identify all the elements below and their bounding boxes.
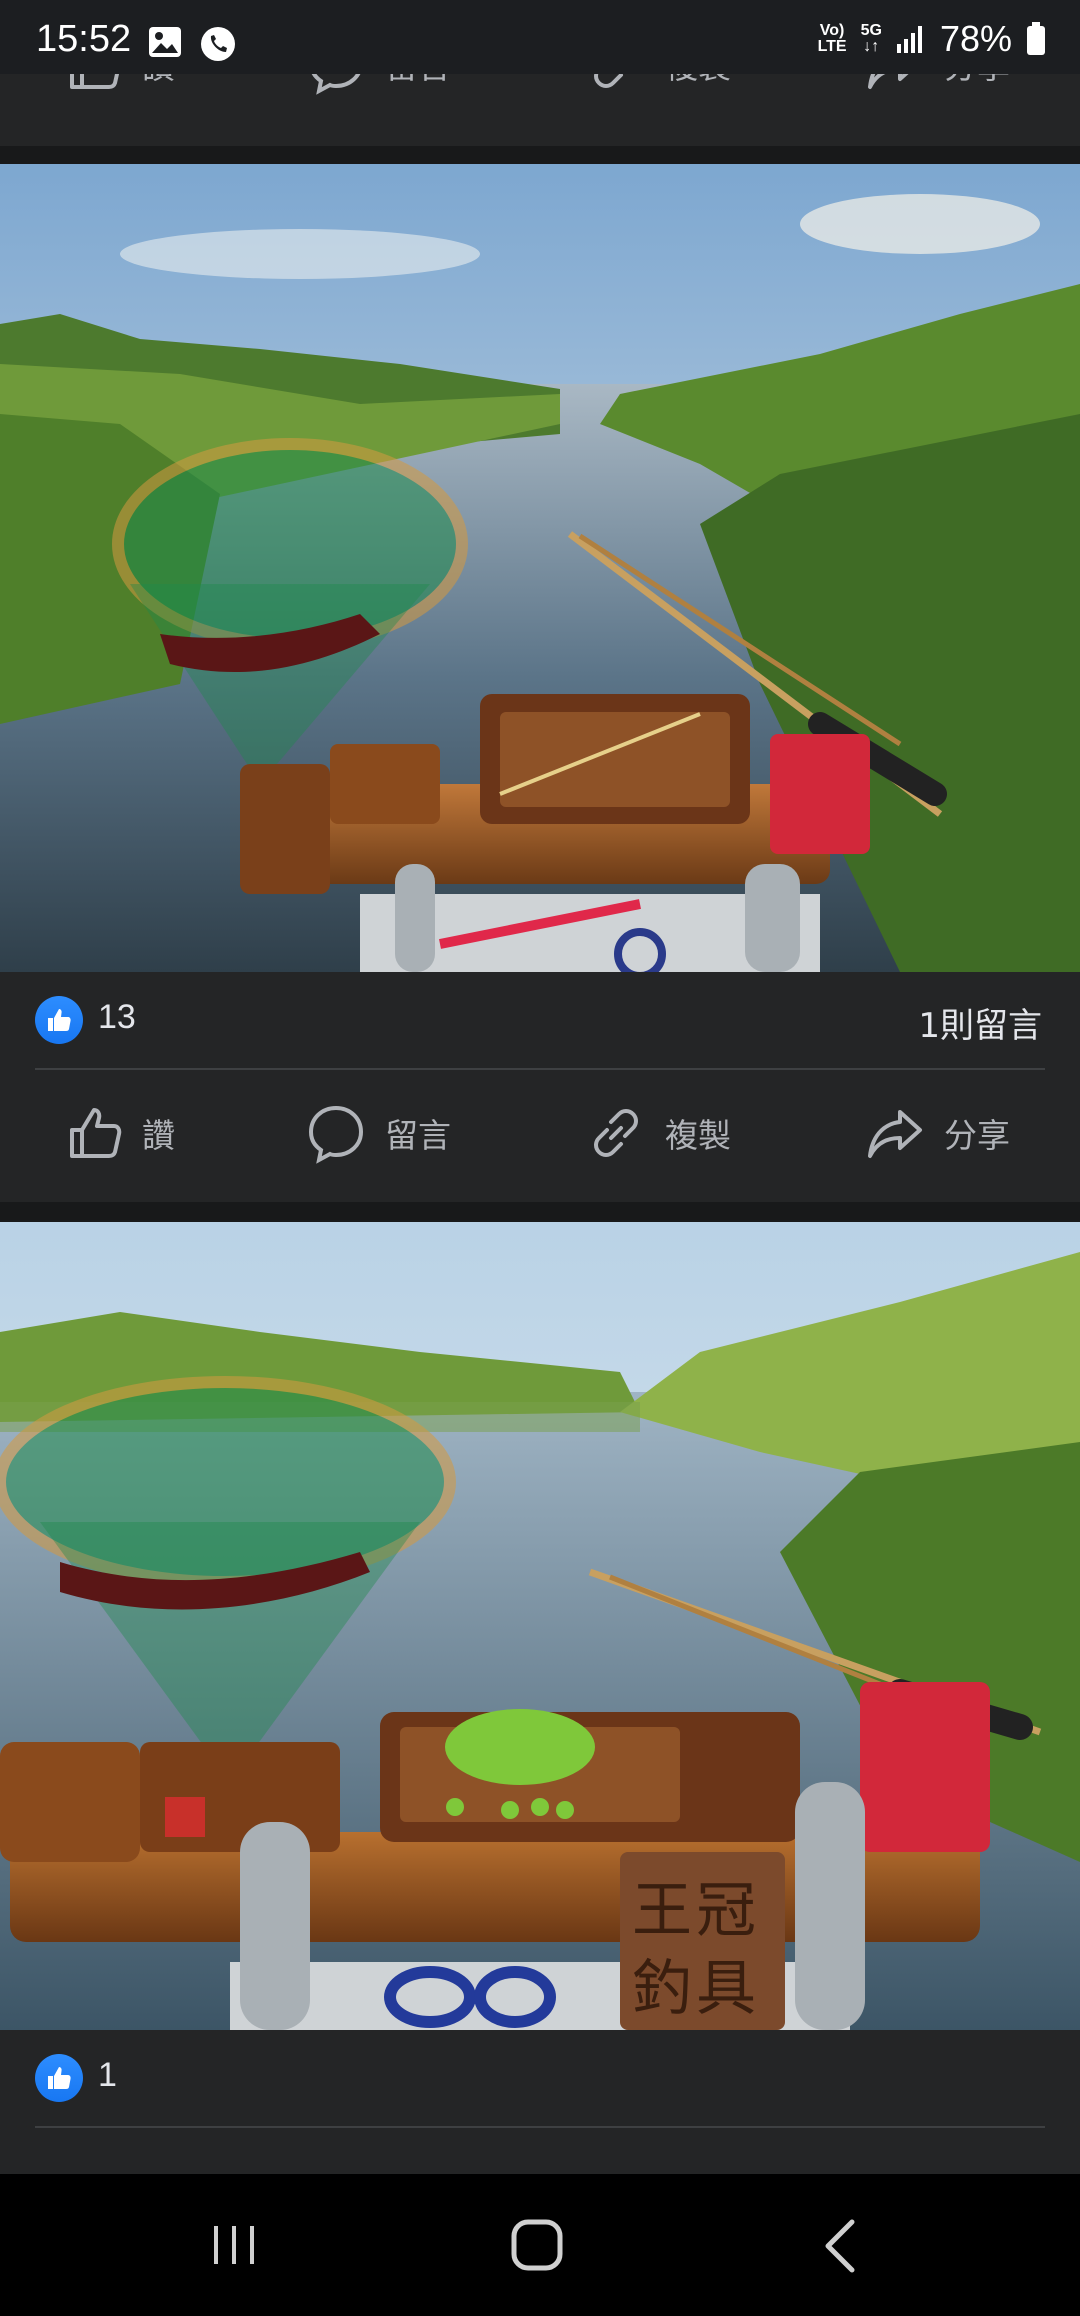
lte-label: LTE [817, 38, 847, 55]
phone-icon [201, 27, 235, 61]
comment-button[interactable]: 留言 [305, 1070, 451, 1196]
volte-label: Vo) [819, 22, 845, 39]
sign-text-2: 釣具 [632, 1954, 760, 2024]
signal-icon [896, 26, 922, 53]
post-separator [0, 1202, 1080, 1222]
copy-link-button[interactable]: 複製 [585, 1070, 731, 1196]
navigation-bar [0, 2174, 1080, 2316]
status-bar: 15:52 Vo) LTE 5G ↓↑ 78% [0, 0, 1080, 74]
back-icon[interactable] [820, 2218, 860, 2274]
post1-action-bar: 讚 留言 複製 分享 [0, 1070, 1080, 1196]
battery-icon [1027, 22, 1045, 55]
post2-stats: 1 [0, 2030, 1080, 2126]
comment-icon [308, 1105, 364, 1164]
fiveg-label: 5G [860, 22, 882, 39]
like-button[interactable]: 讚 [62, 1070, 175, 1196]
like-icon [48, 2067, 71, 2089]
reaction-badge [35, 996, 83, 1044]
post1-photo[interactable] [0, 164, 1080, 972]
like-count[interactable]: 1 [98, 2056, 117, 2095]
link-icon [594, 1109, 638, 1157]
post1-stats: 13 1則留言 [0, 972, 1080, 1068]
like-icon [70, 1108, 122, 1158]
reaction-badge [35, 2054, 83, 2102]
post2-action-bar [0, 2128, 1080, 2174]
sign-text-1: 王冠 [632, 1876, 760, 1946]
comment-label: 留言 [385, 1116, 451, 1155]
post2-photo[interactable]: 王冠 釣具 [0, 1222, 1080, 2030]
comment-count[interactable]: 1則留言 [918, 998, 1042, 1047]
home-icon[interactable] [510, 2218, 564, 2272]
share-button[interactable]: 分享 [864, 1070, 1010, 1196]
gallery-icon [149, 27, 181, 57]
clock: 15:52 [36, 18, 132, 60]
data-arrows: ↓↑ [863, 38, 880, 55]
like-icon [48, 1009, 71, 1031]
recent-apps-icon[interactable] [210, 2220, 260, 2270]
post-separator [0, 146, 1080, 164]
share-icon [868, 1110, 922, 1158]
share-label: 分享 [944, 1116, 1010, 1155]
battery-percent: 78% [939, 18, 1012, 59]
like-label: 讚 [142, 1116, 175, 1155]
like-count[interactable]: 13 [98, 998, 136, 1037]
copy-label: 複製 [665, 1116, 731, 1155]
